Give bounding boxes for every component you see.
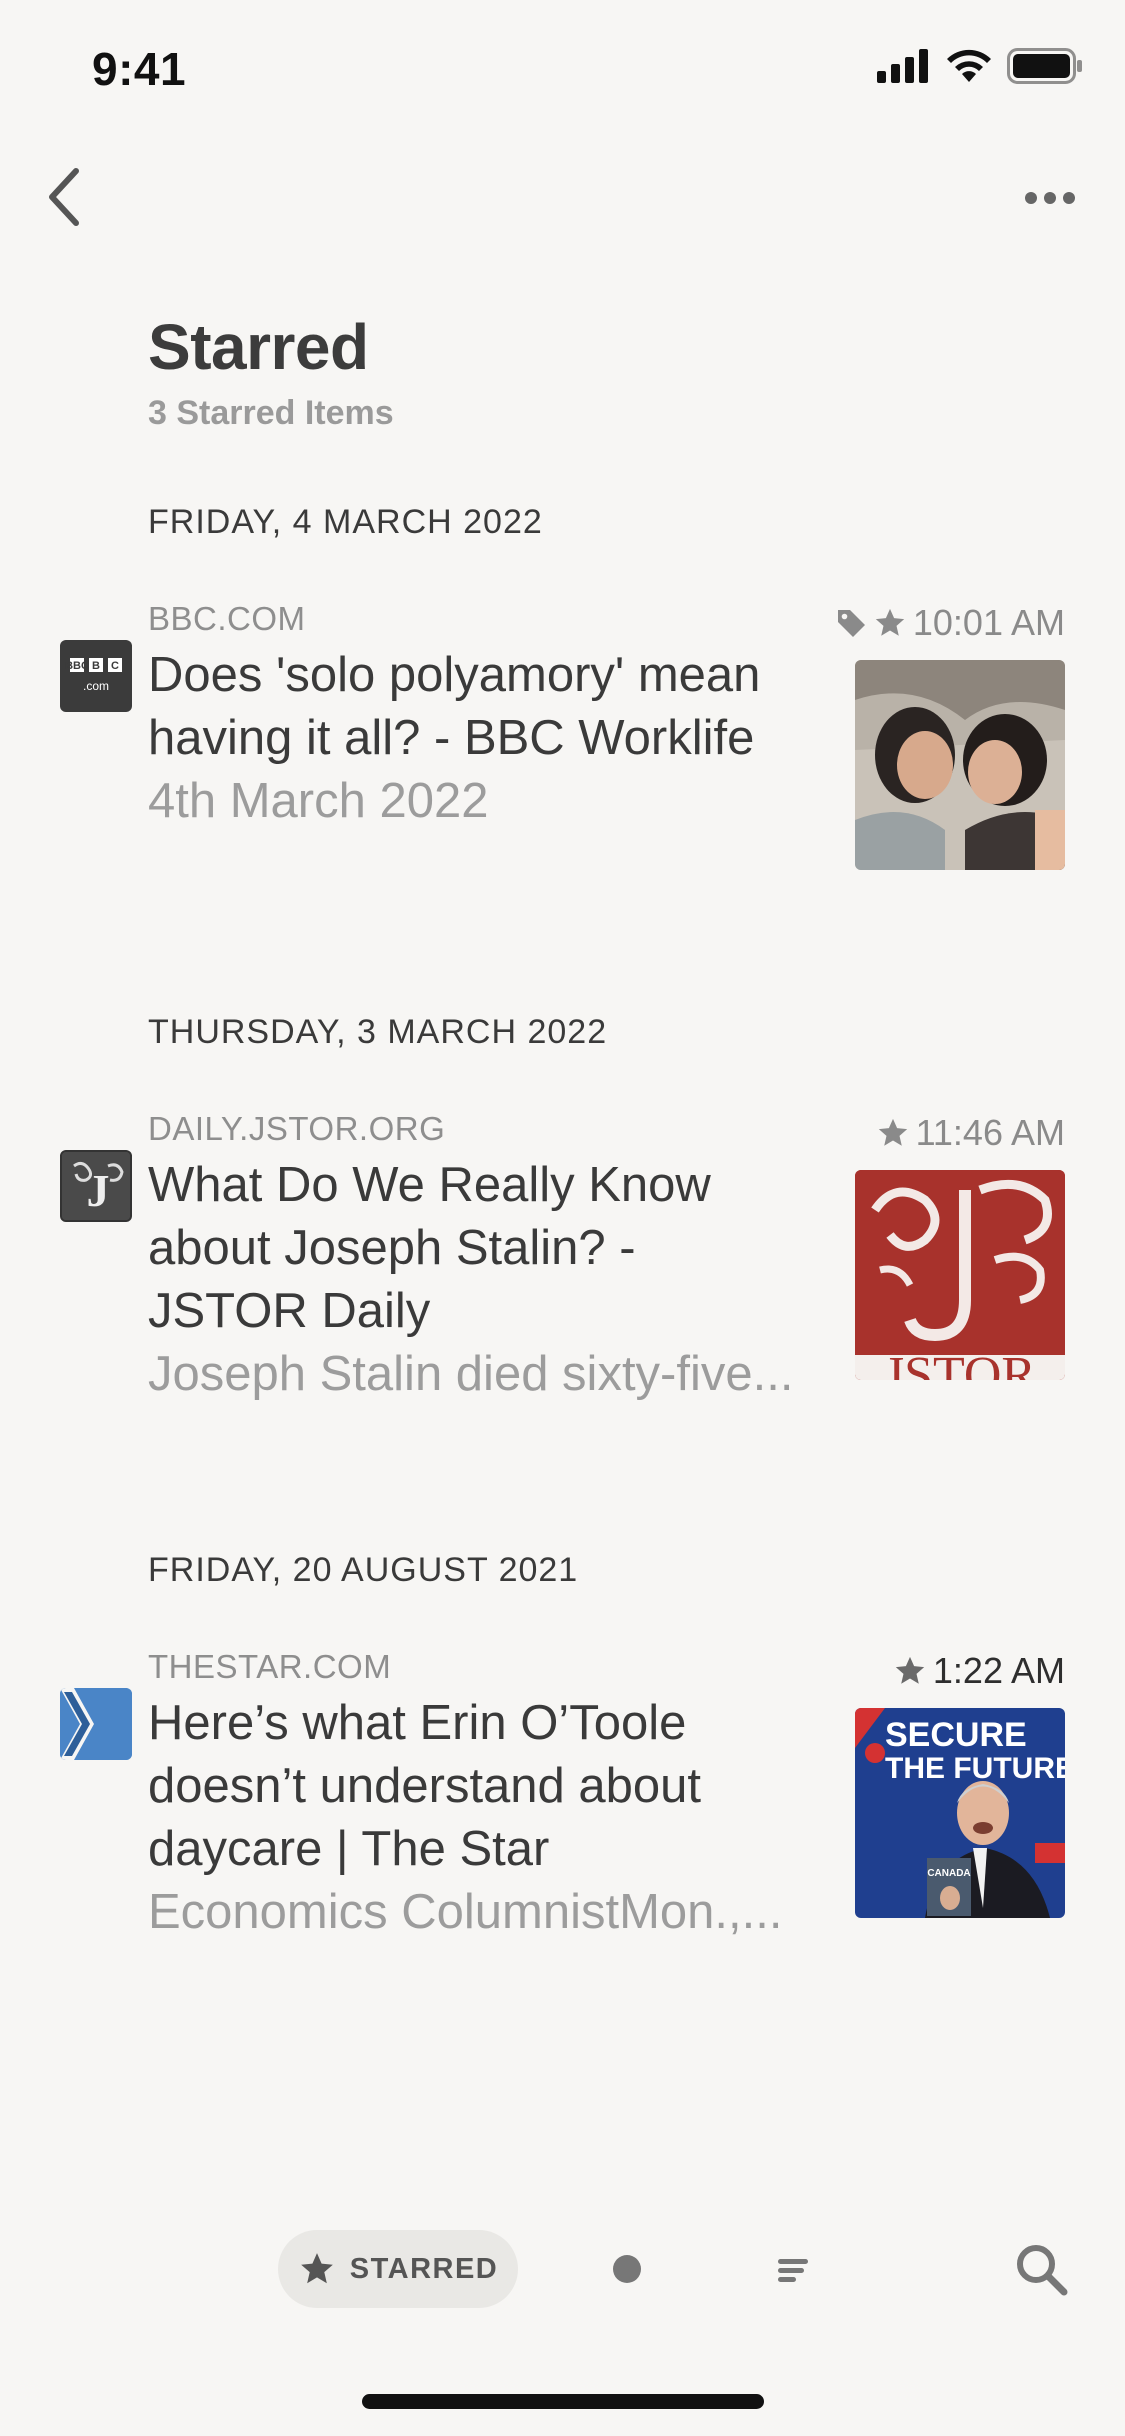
jstor-favicon-icon: J (60, 1150, 132, 1222)
star-icon (878, 1118, 907, 1146)
item-title-line: daycare | The Star (148, 1822, 550, 1876)
list-item[interactable]: J DAILY.JSTOR.ORG 11:46 AM What Do We Re… (0, 1110, 1125, 1410)
page-subtitle: 3 Starred Items (148, 394, 394, 432)
star-icon (300, 2253, 333, 2284)
dot-icon (613, 2255, 641, 2283)
item-time: 1:22 AM (932, 1650, 1065, 1691)
svg-text:.com: .com (83, 679, 109, 693)
item-time: 11:46 AM (915, 1112, 1065, 1153)
tag-icon (837, 610, 865, 637)
tab-all-items[interactable] (774, 2250, 814, 2290)
item-excerpt: Economics ColumnistMon.,... (148, 1885, 783, 1939)
item-title-line: Does 'solo polyamory' mean (148, 648, 761, 702)
wifi-icon (947, 49, 991, 82)
thestar-favicon-icon (60, 1688, 132, 1760)
cellular-signal-icon (877, 49, 928, 83)
item-title-line: having it all? - BBC Worklife (148, 711, 755, 765)
svg-text:SECURE: SECURE (885, 1716, 1027, 1754)
item-time: 10:01 AM (912, 602, 1065, 643)
item-title-line: JSTOR Daily (148, 1284, 431, 1338)
battery-icon (1007, 48, 1082, 84)
svg-text:JSTOR: JSTOR (884, 1347, 1037, 1380)
back-button[interactable] (34, 162, 94, 232)
svg-text:B: B (92, 660, 100, 672)
svg-text:C: C (111, 660, 119, 672)
tab-unread[interactable] (610, 2252, 644, 2286)
svg-text:CANADA: CANADA (927, 1868, 970, 1879)
item-title-line: Here’s what Erin O’Toole (148, 1696, 687, 1750)
item-source: BBC.COM (148, 600, 306, 637)
tab-starred-label: STARRED (349, 2252, 499, 2285)
item-source: DAILY.JSTOR.ORG (148, 1110, 446, 1147)
status-time: 9:41 (92, 43, 187, 95)
section-date: FRIDAY, 4 MARCH 2022 (148, 503, 543, 541)
tab-starred[interactable]: STARRED (278, 2230, 518, 2308)
more-button[interactable] (1015, 178, 1085, 218)
search-button[interactable] (1012, 2240, 1072, 2300)
status-bar: 9:41 (0, 0, 1125, 132)
list-icon (778, 2259, 808, 2282)
item-title-line: doesn’t understand about (148, 1759, 702, 1813)
item-title: What Do We Really Know about Joseph Stal… (148, 1154, 828, 1343)
item-excerpt: Joseph Stalin died sixty-five... (148, 1347, 794, 1401)
chevron-left-icon (49, 168, 79, 226)
item-excerpt: 4th March 2022 (148, 774, 489, 828)
section-date: FRIDAY, 20 AUGUST 2021 (148, 1551, 579, 1589)
item-meta: 10:01 AM (835, 602, 1065, 644)
svg-text:THE FUTURE: THE FUTURE (885, 1752, 1065, 1785)
item-title-line: about Joseph Stalin? - (148, 1221, 636, 1275)
ellipsis-icon (1025, 192, 1075, 204)
item-title-line: What Do We Really Know (148, 1158, 711, 1212)
status-icons (877, 48, 1083, 84)
item-thumbnail: SECURE THE FUTURE CANADA (855, 1708, 1065, 1918)
star-icon (875, 608, 905, 636)
list-item[interactable]: THESTAR.COM 1:22 AM Here’s what Erin O’T… (0, 1648, 1125, 1948)
item-meta: 1:22 AM (893, 1650, 1065, 1692)
bbc-favicon-icon: BBC B C .com (60, 640, 132, 712)
item-title: Here’s what Erin O’Toole doesn’t underst… (148, 1692, 828, 1881)
list-item[interactable]: BBC B C .com BBC.COM 10:01 AM Does 'solo… (0, 600, 1125, 880)
svg-text:J: J (87, 1165, 110, 1216)
svg-text:BBC: BBC (65, 660, 89, 672)
item-meta: 11:46 AM (876, 1112, 1065, 1154)
item-thumbnail: JSTOR (855, 1170, 1065, 1380)
search-icon (1017, 2245, 1068, 2296)
section-date: THURSDAY, 3 MARCH 2022 (148, 1013, 608, 1051)
bottom-toolbar: STARRED (0, 2226, 1125, 2316)
item-title: Does 'solo polyamory' mean having it all… (148, 644, 828, 770)
page-header: Starred 3 Starred Items (148, 310, 394, 433)
home-indicator[interactable] (362, 2394, 764, 2409)
item-source: THESTAR.COM (148, 1648, 392, 1685)
star-icon (895, 1656, 925, 1684)
item-thumbnail (855, 660, 1065, 870)
page-title: Starred (148, 311, 369, 383)
